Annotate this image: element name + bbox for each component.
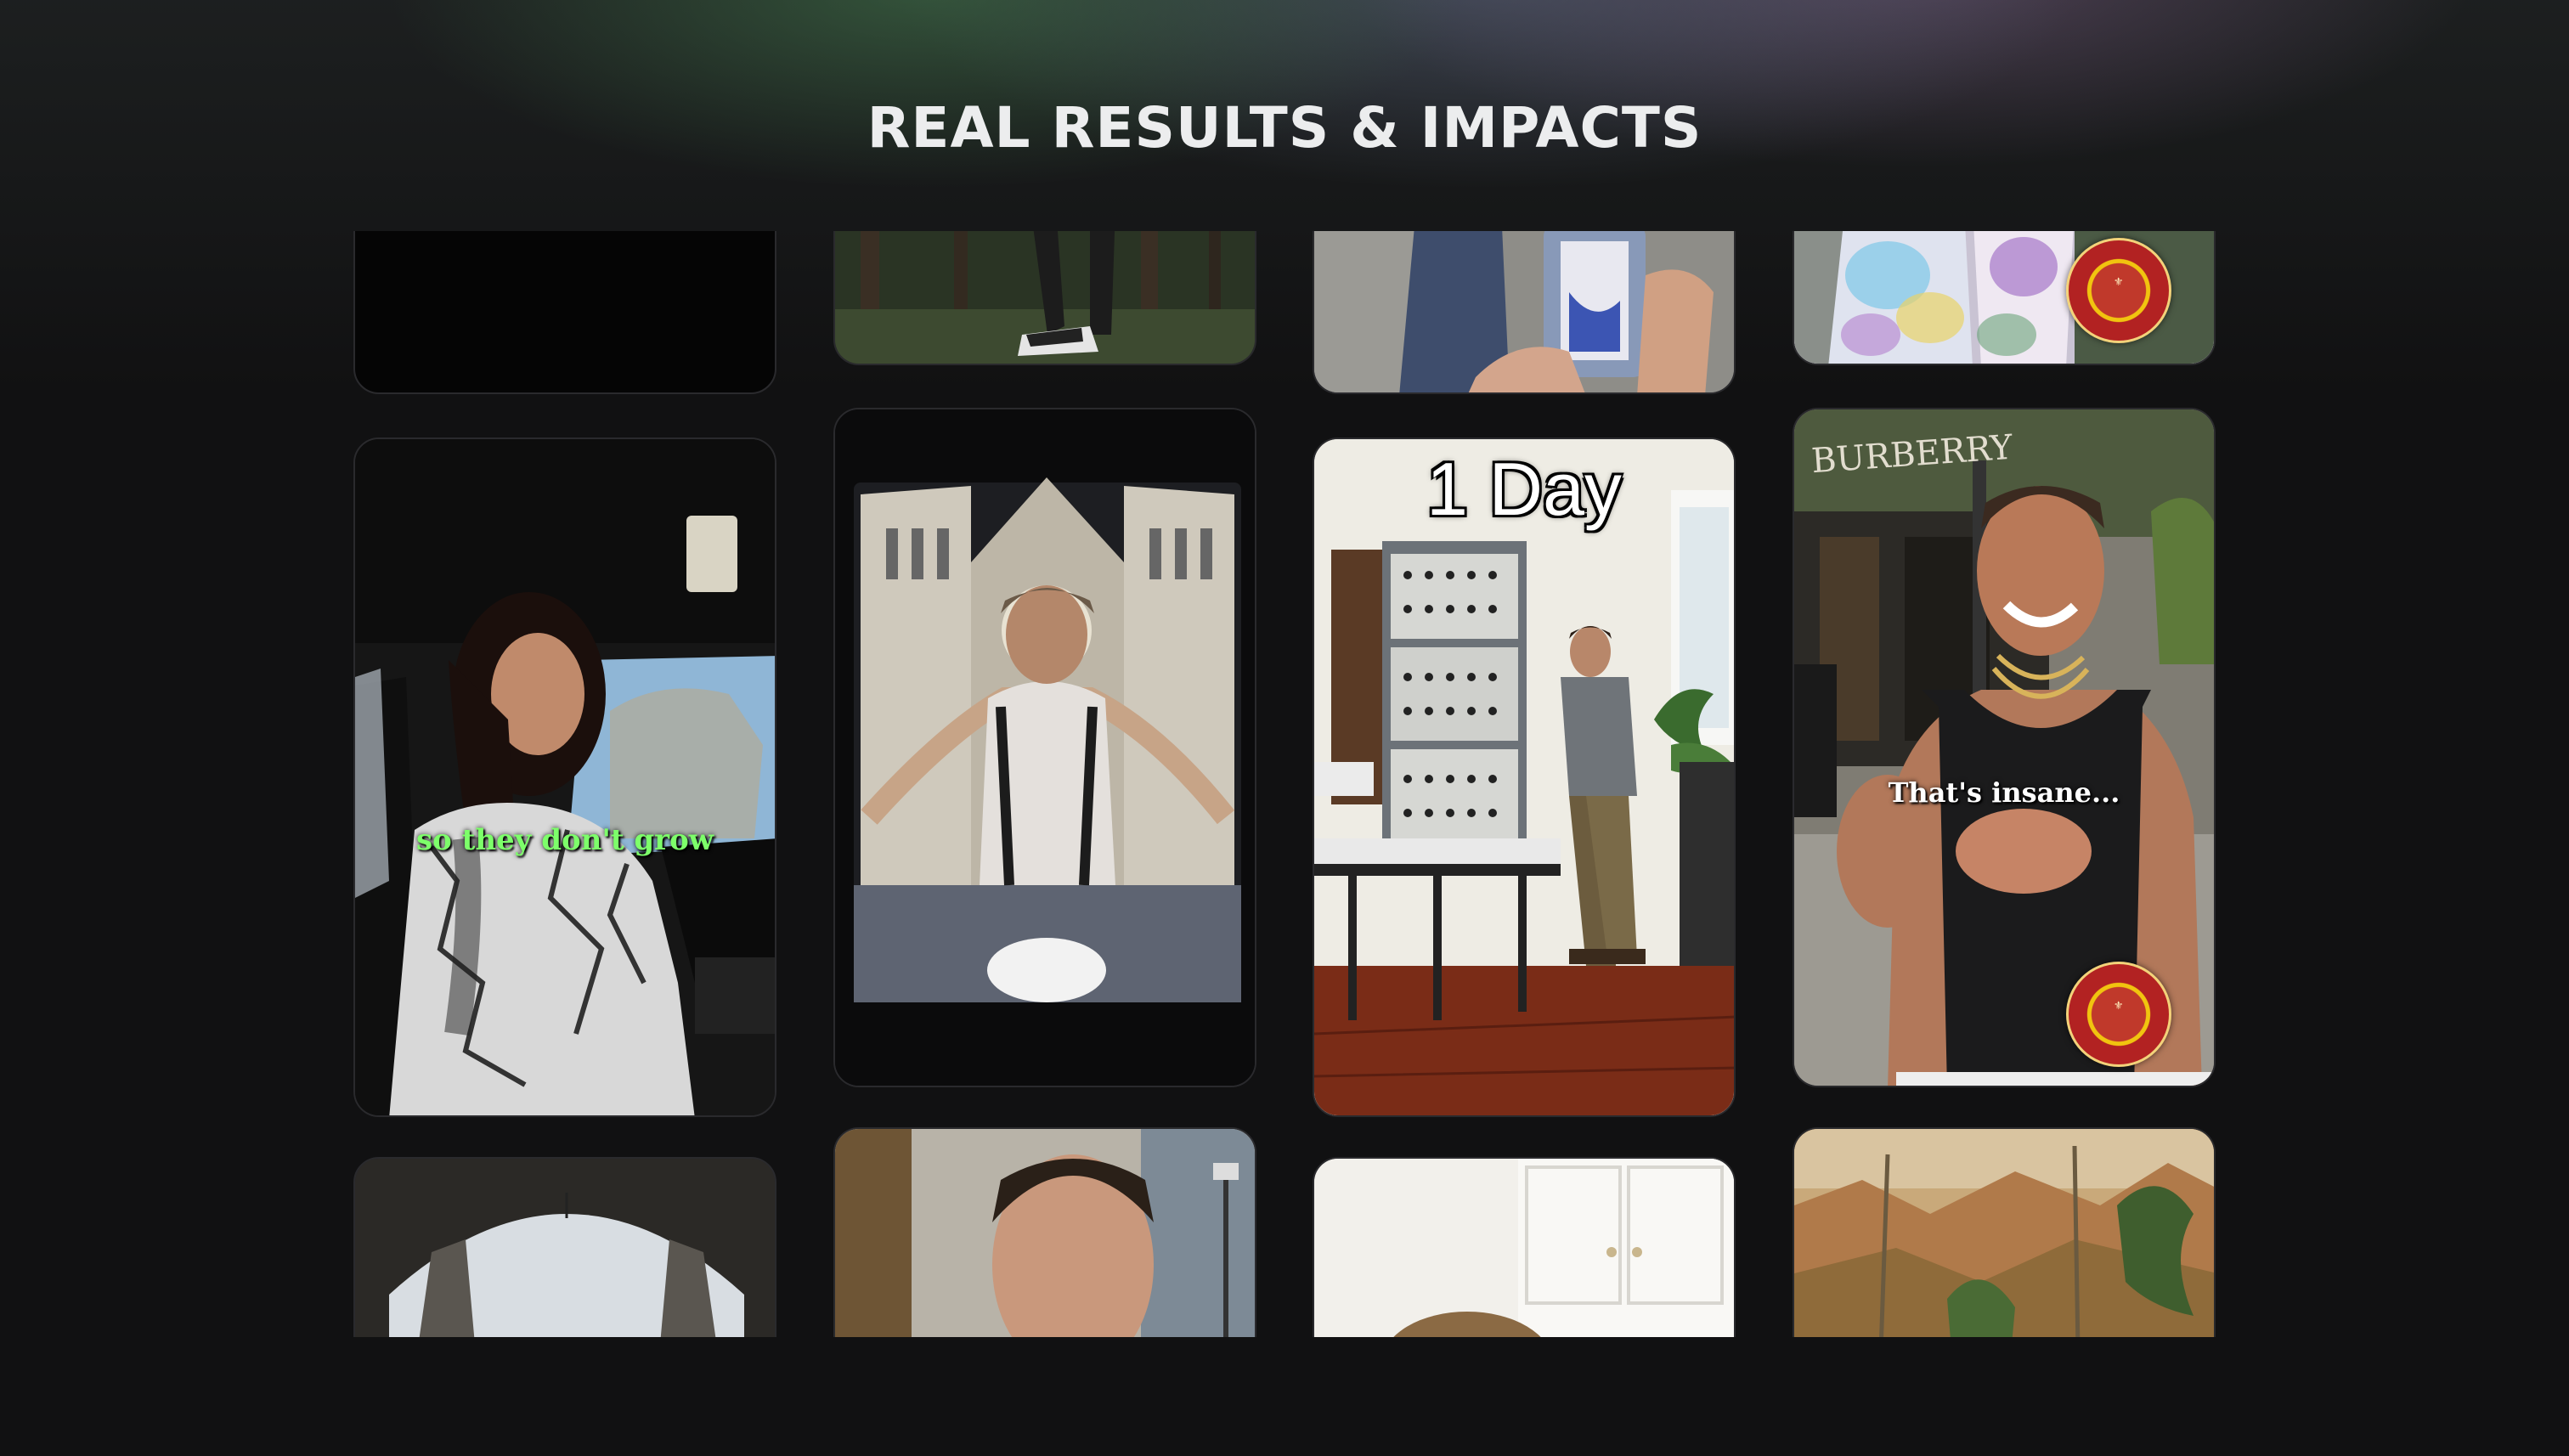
hands-scene	[1314, 231, 1734, 392]
video-card-hands[interactable]	[1313, 231, 1736, 394]
man-street-scene	[835, 1129, 1255, 1337]
page-title: REAL RESULTS & IMPACTS	[867, 95, 1702, 161]
studio-overlay-caption: 1 Day	[1426, 447, 1622, 531]
school-logo-badge: ⚜	[2066, 238, 2171, 343]
car-scene	[355, 439, 775, 1115]
video-card-car[interactable]: so they don't grow	[353, 437, 776, 1117]
hills-scene	[1794, 1129, 2214, 1337]
video-card-studio[interactable]: 1 Day	[1313, 437, 1736, 1117]
video-card-church[interactable]	[833, 408, 1256, 1087]
school-logo-badge: ⚜	[2066, 962, 2171, 1067]
church-scene	[835, 409, 1255, 1086]
video-card-tank-man[interactable]: BURBERRY That's insane... ⚜	[1793, 408, 2216, 1087]
forest-scene	[835, 231, 1255, 364]
video-grid: so they don't grow 1 Day ⚜ BURBERRY That…	[0, 231, 2569, 1337]
badge-text: ⚜	[2113, 1000, 2125, 1013]
video-card-curly[interactable]	[1313, 1157, 1736, 1337]
studio-scene	[1314, 439, 1734, 1115]
video-card-arch[interactable]	[353, 1157, 776, 1337]
badge-text: ⚜	[2113, 276, 2125, 289]
man-subtitle: That's insane...	[1888, 776, 2120, 809]
video-card-hills[interactable]	[1793, 1127, 2216, 1337]
video-card-man-street[interactable]	[833, 1127, 1256, 1337]
arch-scene	[355, 1159, 775, 1337]
video-card-c1-top[interactable]	[353, 231, 776, 394]
video-card-dress[interactable]: ⚜	[1793, 231, 2216, 365]
video-card-forest[interactable]	[833, 231, 1256, 365]
car-subtitle: so they don't grow	[415, 823, 714, 857]
curly-scene	[1314, 1159, 1734, 1337]
